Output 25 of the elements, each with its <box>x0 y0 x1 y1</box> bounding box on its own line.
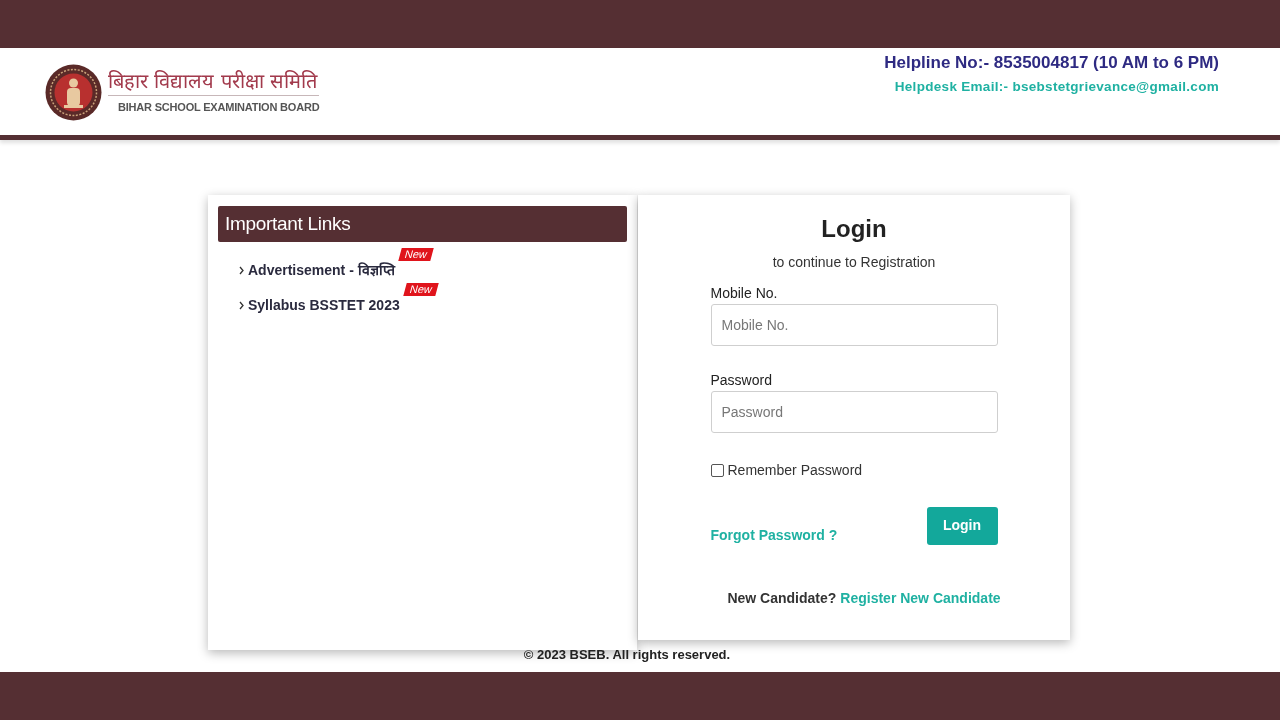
copyright-text: © 2023 BSEB. All rights reserved. <box>523 646 731 664</box>
register-prompt: New Candidate? <box>727 589 837 608</box>
remember-label: Remember Password <box>727 461 863 480</box>
new-badge: New <box>397 248 434 261</box>
field-label: Mobile No. <box>710 285 779 302</box>
chevron-icon <box>239 301 244 310</box>
helpline-text: Helpline No:- 8535004817 (10 AM to 6 PM) <box>884 53 1219 73</box>
forgot-password-link[interactable]: Forgot Password ? <box>710 525 838 546</box>
chevron-icon <box>239 266 244 275</box>
mobile-number-field[interactable]: Mobile No. <box>710 304 998 346</box>
register-link[interactable]: Register New Candidate <box>840 588 1001 609</box>
panel-title: Important Links <box>225 211 351 236</box>
new-badge: New <box>403 283 439 296</box>
login-button[interactable]: Login <box>926 507 998 545</box>
hindi-title: बिहार विद्यालय परीक्षा समिति <box>108 68 320 97</box>
field-label: Password <box>710 372 773 389</box>
important-link[interactable]: Advertisement - विज्ञप्ति <box>248 260 395 281</box>
login-title: Login <box>821 214 887 244</box>
login-subtitle: to continue to Registration <box>772 253 936 272</box>
emblem-logo-icon <box>45 63 102 121</box>
important-link[interactable]: Syllabus BSSTET 2023 <box>248 295 400 316</box>
password-field[interactable]: Password <box>710 391 998 433</box>
remember-checkbox[interactable] <box>710 464 724 477</box>
helpdesk-email: Helpdesk Email:- bsebstetgrievance@gmail.com <box>894 78 1219 96</box>
english-title: BIHAR SCHOOL EXAMINATION BOARD <box>117 100 320 116</box>
